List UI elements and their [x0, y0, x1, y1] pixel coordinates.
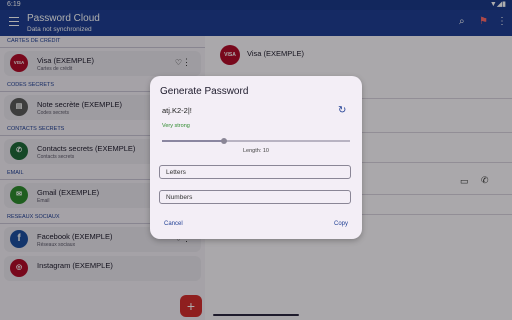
- numbers-field[interactable]: Numbers: [159, 190, 351, 204]
- length-slider[interactable]: [162, 137, 350, 144]
- strength-label: Very strong: [162, 123, 190, 129]
- refresh-icon[interactable]: ↻: [338, 105, 346, 116]
- slider-fill: [162, 140, 224, 142]
- copy-button[interactable]: Copy: [334, 221, 348, 227]
- length-label: Length: 10: [243, 148, 269, 154]
- nav-gesture-handle[interactable]: [213, 314, 299, 316]
- dialog-title: Generate Password: [160, 86, 249, 97]
- cancel-button[interactable]: Cancel: [164, 221, 183, 227]
- letters-field[interactable]: Letters: [159, 165, 351, 179]
- slider-thumb[interactable]: [221, 137, 227, 144]
- generated-password: atj.K2-2|!: [162, 106, 192, 115]
- generate-password-dialog: Generate Password atj.K2-2|! ↻ Very stro…: [150, 76, 362, 239]
